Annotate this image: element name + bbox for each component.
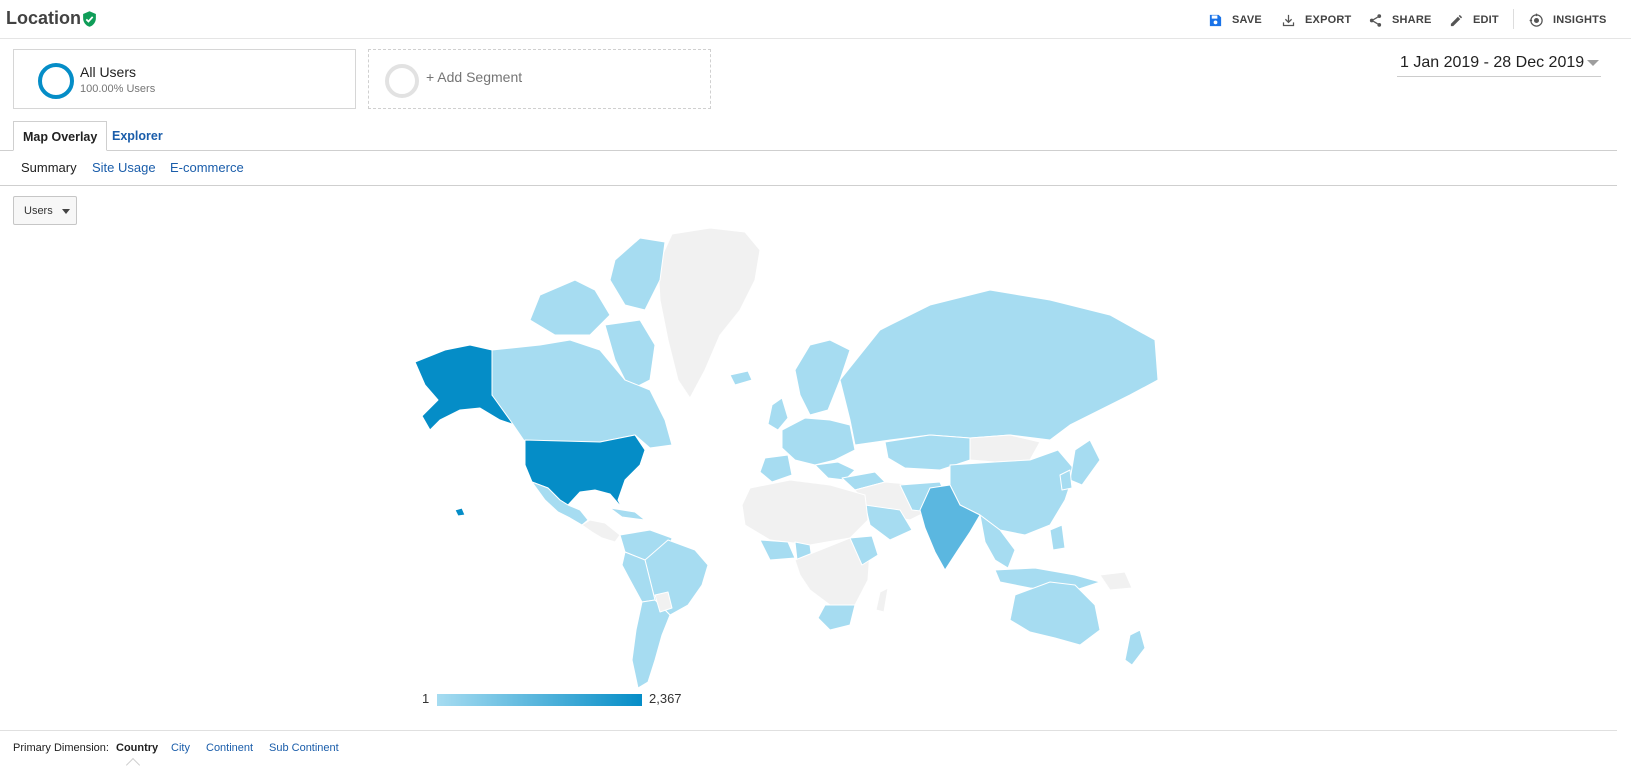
share-button[interactable]: SHARE [1368, 12, 1432, 28]
map-region-iceland[interactable] [729, 370, 753, 386]
map-region-argentina-chile[interactable] [631, 599, 671, 689]
share-icon [1369, 13, 1382, 27]
view-tabs: Map Overlay Explorer [0, 121, 1617, 151]
chevron-down-icon [1587, 60, 1599, 66]
export-label: EXPORT [1305, 14, 1352, 26]
map-region-south-africa[interactable] [817, 604, 856, 631]
map-region-mongolia[interactable] [969, 434, 1041, 463]
insights-button[interactable]: INSIGHTS [1529, 12, 1607, 28]
map-region-australia[interactable] [1009, 581, 1101, 646]
metric-dropdown[interactable]: Users [13, 196, 77, 225]
verified-shield-icon [83, 11, 96, 27]
legend-min-value: 1 [422, 691, 430, 706]
dimension-country[interactable]: Country [116, 742, 158, 754]
subtab-summary[interactable]: Summary [21, 160, 77, 175]
dimension-sub-continent[interactable]: Sub Continent [269, 742, 339, 754]
add-segment-label: + Add Segment [426, 69, 523, 85]
primary-dimension-bar: Primary Dimension: Country City Continen… [0, 730, 1617, 772]
map-region-philippines[interactable] [1049, 524, 1066, 551]
map-region-western-europe[interactable] [781, 417, 856, 466]
edit-button[interactable]: EDIT [1449, 12, 1499, 28]
subtab-ecommerce[interactable]: E-commerce [170, 160, 244, 175]
legend-gradient-bar [437, 694, 642, 706]
map-region-north-africa[interactable] [741, 479, 869, 546]
map-region-papua[interactable] [1099, 571, 1133, 591]
page-title: Location [6, 8, 81, 28]
save-icon [1209, 14, 1222, 26]
map-region-japan[interactable] [1069, 439, 1101, 486]
toolbar-divider [1513, 9, 1514, 29]
primary-dimension-label: Primary Dimension: [13, 742, 109, 754]
dimension-continent[interactable]: Continent [206, 742, 253, 754]
map-region-canada-islands-west[interactable] [529, 279, 611, 336]
map-region-madagascar[interactable] [875, 587, 889, 613]
date-range-picker[interactable]: 1 Jan 2019 - 28 Dec 2019 [1397, 52, 1601, 77]
map-region-west-africa[interactable] [759, 539, 796, 561]
map-region-new-zealand[interactable] [1124, 629, 1146, 666]
tab-explorer[interactable]: Explorer [103, 121, 172, 150]
insights-icon [1529, 13, 1543, 27]
add-segment-button[interactable]: + Add Segment [368, 49, 711, 109]
date-range-text: 1 Jan 2019 - 28 Dec 2019 [1400, 54, 1585, 71]
insights-label: INSIGHTS [1553, 14, 1607, 26]
world-map [414, 227, 1159, 689]
save-label: SAVE [1232, 14, 1262, 26]
download-icon [1282, 14, 1295, 26]
dimension-city[interactable]: City [171, 742, 190, 754]
map-region-russia[interactable] [839, 289, 1159, 446]
map-region-hawaii[interactable] [454, 507, 466, 517]
map-region-central-america[interactable] [581, 519, 621, 543]
legend-max-value: 2,367 [649, 691, 682, 706]
share-label: SHARE [1392, 14, 1432, 26]
subtab-site-usage[interactable]: Site Usage [92, 160, 156, 175]
export-button[interactable]: EXPORT [1281, 12, 1351, 28]
segment-subtitle: 100.00% Users [80, 83, 156, 95]
dropdown-caret-icon [62, 209, 70, 214]
save-button[interactable]: SAVE [1208, 12, 1262, 28]
segment-title: All Users [80, 64, 137, 80]
map-region-iberia[interactable] [759, 454, 793, 483]
map-region-uk-ireland[interactable] [767, 397, 789, 431]
segment-ring-icon [38, 63, 74, 99]
report-header: Location SAVE EXPORT SHARE EDIT INSIGHTS [0, 0, 1631, 39]
tab-map-overlay[interactable]: Map Overlay [13, 121, 108, 151]
edit-label: EDIT [1473, 14, 1499, 26]
metric-group-tabs: Summary Site Usage E-commerce [0, 150, 1617, 186]
map-region-caribbean[interactable] [609, 507, 646, 521]
segment-all-users[interactable]: All Users 100.00% Users [13, 49, 356, 109]
metric-dropdown-value: Users [24, 205, 53, 217]
segment-placeholder-icon [385, 64, 419, 98]
pencil-icon [1450, 14, 1463, 26]
map-region-canada-islands[interactable] [609, 237, 666, 311]
